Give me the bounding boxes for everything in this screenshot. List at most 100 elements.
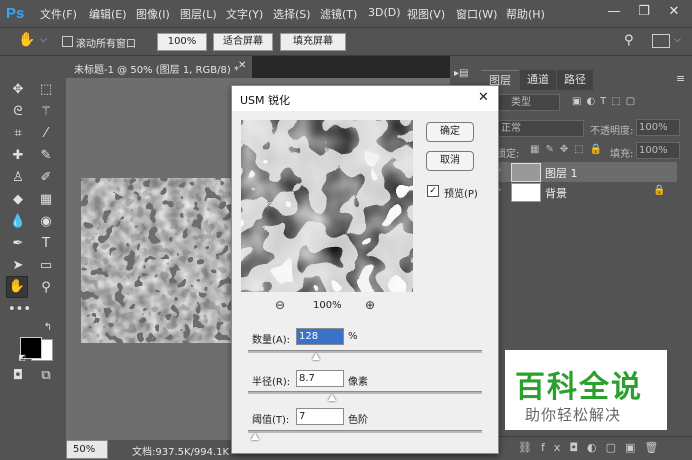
menu-help[interactable]: 帮助(H) bbox=[506, 6, 545, 22]
close-window-button[interactable]: ✕ bbox=[664, 3, 684, 21]
zoom-100-button[interactable]: 100% bbox=[157, 33, 207, 51]
close-document-icon[interactable]: ✕ bbox=[238, 60, 246, 71]
layer-row-layer1[interactable]: › 图层 1 bbox=[497, 162, 677, 182]
zoom-out-icon[interactable]: ⊖ bbox=[275, 298, 285, 312]
default-colors-icon[interactable]: ◩ bbox=[12, 348, 32, 368]
watermark-subtitle: 助你轻松解决 bbox=[525, 406, 622, 424]
fill-label: 填充: bbox=[610, 149, 634, 160]
gradient-tool-icon[interactable]: ▦ bbox=[36, 190, 56, 210]
menu-file[interactable]: 文件(F) bbox=[40, 6, 77, 22]
scroll-all-label: 滚动所有窗口 bbox=[76, 39, 136, 50]
document-tab[interactable]: 未标题-1 @ 50% (图层 1, RGB/8) * ✕ bbox=[66, 56, 252, 78]
amount-unit: % bbox=[348, 331, 358, 342]
radius-slider-track[interactable] bbox=[248, 391, 482, 394]
filter-icons[interactable]: ▣◐T⬚▢ bbox=[572, 96, 640, 107]
zoom-tool-icon[interactable]: ⚲ bbox=[36, 278, 56, 298]
menu-filter[interactable]: 滤镜(T) bbox=[320, 6, 357, 22]
menu-select[interactable]: 选择(S) bbox=[273, 6, 311, 22]
zoom-field[interactable]: 50% bbox=[66, 440, 108, 459]
shape-tool-icon[interactable]: ▭ bbox=[36, 256, 56, 276]
workspace-chevron-icon[interactable]: ⌵ bbox=[674, 35, 681, 45]
kind-filter-label: 类型 bbox=[511, 97, 531, 108]
threshold-input[interactable]: 7 bbox=[296, 408, 344, 425]
radius-slider-knob[interactable] bbox=[328, 394, 337, 401]
tab-channels[interactable]: 通道 bbox=[520, 70, 556, 90]
lock-icons[interactable]: ▦✎✥⬚🔒 bbox=[530, 144, 608, 155]
quick-mask-icon[interactable]: ◘ bbox=[8, 366, 28, 386]
tab-paths[interactable]: 路径 bbox=[557, 70, 593, 90]
watermark: 百科全说 助你轻松解决 bbox=[505, 350, 667, 430]
preview-image[interactable] bbox=[241, 120, 413, 292]
move-tool-icon[interactable]: ✥ bbox=[8, 80, 28, 100]
fill-field[interactable]: 100% bbox=[636, 142, 680, 159]
threshold-slider-track[interactable] bbox=[248, 430, 482, 433]
fit-screen-button[interactable]: 适合屏幕 bbox=[213, 33, 273, 51]
menu-view[interactable]: 视图(V) bbox=[407, 6, 445, 22]
options-bar: ✋ ⌵ 滚动所有窗口 100% 适合屏幕 填充屏幕 ⚲ ⌵ bbox=[0, 28, 692, 56]
workspace-icon[interactable] bbox=[652, 34, 670, 48]
menu-edit[interactable]: 编辑(E) bbox=[89, 6, 127, 22]
threshold-label: 阈值(T): bbox=[252, 415, 290, 426]
kind-filter-select[interactable]: 类型 bbox=[498, 94, 560, 111]
ok-button[interactable]: 确定 bbox=[426, 122, 474, 142]
dodge-tool-icon[interactable]: ◉ bbox=[36, 212, 56, 232]
fill-screen-button[interactable]: 填充屏幕 bbox=[280, 33, 346, 51]
restore-button[interactable]: ❐ bbox=[634, 3, 654, 21]
collapsed-panel-icon[interactable]: ▸▤ bbox=[454, 68, 478, 82]
crop-tool-icon[interactable]: ⌗ bbox=[8, 124, 28, 144]
watermark-title: 百科全说 bbox=[515, 370, 643, 405]
blur-tool-icon[interactable]: 💧 bbox=[8, 212, 28, 232]
eyedropper-icon[interactable]: ⁄ bbox=[36, 124, 56, 144]
amount-slider-knob[interactable] bbox=[311, 353, 320, 360]
layer-action-icons[interactable]: ⛓fx◘◐▢▣🗑 bbox=[518, 441, 667, 454]
threshold-slider-knob[interactable] bbox=[251, 433, 260, 440]
background-thumbnail bbox=[511, 183, 541, 202]
pen-tool-icon[interactable]: ✒ bbox=[8, 234, 28, 254]
more-tools-icon[interactable]: ••• bbox=[8, 300, 31, 320]
menu-window[interactable]: 窗口(W) bbox=[456, 6, 497, 22]
search-icon[interactable]: ⚲ bbox=[624, 33, 634, 48]
cancel-button[interactable]: 取消 bbox=[426, 151, 474, 171]
preview-label: 预览(P) bbox=[444, 189, 478, 200]
amount-input[interactable]: 128 bbox=[296, 328, 344, 345]
photoshop-logo: Ps bbox=[6, 5, 25, 22]
document-title: 未标题-1 @ 50% (图层 1, RGB/8) * bbox=[74, 65, 239, 76]
brush-tool-icon[interactable]: ✎ bbox=[36, 146, 56, 166]
eraser-tool-icon[interactable]: ◆ bbox=[8, 190, 28, 210]
opacity-label: 不透明度: bbox=[590, 126, 634, 137]
blend-mode-select[interactable]: 正常 bbox=[498, 120, 584, 137]
opacity-field[interactable]: 100% bbox=[636, 119, 680, 136]
healing-brush-icon[interactable]: ✚ bbox=[8, 146, 28, 166]
close-dialog-icon[interactable]: ✕ bbox=[478, 90, 489, 105]
amount-slider-track[interactable] bbox=[248, 350, 482, 353]
hand-tool-icon[interactable]: ✋ bbox=[18, 32, 35, 48]
canvas-image[interactable] bbox=[81, 178, 233, 343]
dialog-titlebar[interactable]: USM 锐化 ✕ bbox=[232, 86, 498, 111]
zoom-in-icon[interactable]: ⊕ bbox=[365, 298, 375, 312]
lock-icon: 🔒 bbox=[653, 185, 666, 196]
threshold-unit: 色阶 bbox=[348, 415, 368, 426]
screen-mode-icon[interactable]: ⧉ bbox=[36, 366, 56, 386]
menu-type[interactable]: 文字(Y) bbox=[226, 6, 263, 22]
magic-wand-icon[interactable]: ⚚ bbox=[36, 102, 56, 122]
swap-colors-icon[interactable]: ↰ bbox=[38, 318, 58, 338]
scroll-all-checkbox[interactable] bbox=[62, 36, 73, 47]
panel-menu-icon[interactable]: ≡ bbox=[676, 72, 685, 85]
marquee-tool-icon[interactable]: ⬚ bbox=[36, 80, 56, 100]
layer-row-background[interactable]: › 背景 🔒 bbox=[497, 182, 677, 202]
type-tool-icon[interactable]: T bbox=[36, 234, 56, 254]
history-brush-icon[interactable]: ✐ bbox=[36, 168, 56, 188]
layer1-name: 图层 1 bbox=[545, 167, 578, 180]
menu-image[interactable]: 图像(I) bbox=[136, 6, 170, 22]
radius-input[interactable]: 8.7 bbox=[296, 370, 344, 387]
chevron-down-icon[interactable]: ⌵ bbox=[40, 35, 47, 45]
path-select-icon[interactable]: ➤ bbox=[8, 256, 28, 276]
menu-layer[interactable]: 图层(L) bbox=[180, 6, 217, 22]
stamp-tool-icon[interactable]: ♙ bbox=[8, 168, 28, 188]
hand-tool-icon[interactable]: ✋ bbox=[6, 276, 28, 298]
minimize-button[interactable]: — bbox=[604, 3, 624, 21]
menu-3d[interactable]: 3D(D) bbox=[368, 6, 401, 19]
lasso-tool-icon[interactable]: ᘓ bbox=[8, 102, 28, 122]
preview-checkbox[interactable]: ✓ bbox=[427, 185, 439, 197]
radius-unit: 像素 bbox=[348, 377, 368, 388]
